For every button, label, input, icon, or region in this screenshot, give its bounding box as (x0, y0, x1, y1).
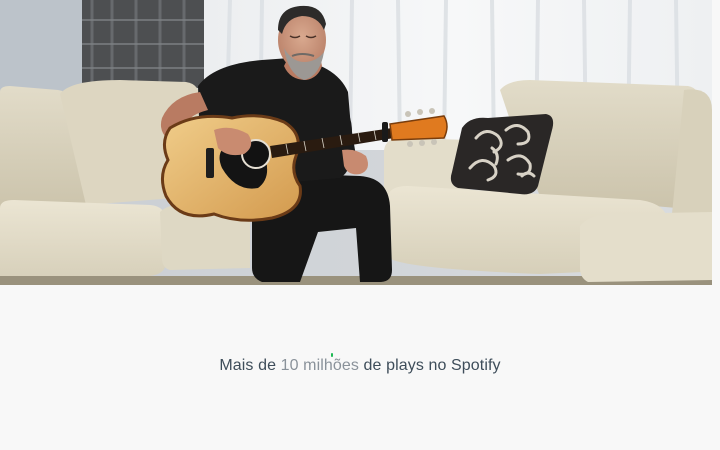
hero-photo (0, 0, 712, 285)
stat-suffix: de plays no Spotify (363, 357, 501, 374)
page: Mais de 10 milhões de plays no Spotify (0, 0, 720, 450)
stat-highlight: 10 milhões (280, 357, 359, 374)
stat-highlight-wrapper: 10 milhões (280, 353, 359, 374)
stat-prefix: Mais de (219, 357, 277, 374)
spotify-accent-dot (330, 353, 333, 357)
spotify-plays-stat: Mais de 10 milhões de plays no Spotify (0, 353, 720, 375)
scroll-gutter (712, 0, 720, 285)
